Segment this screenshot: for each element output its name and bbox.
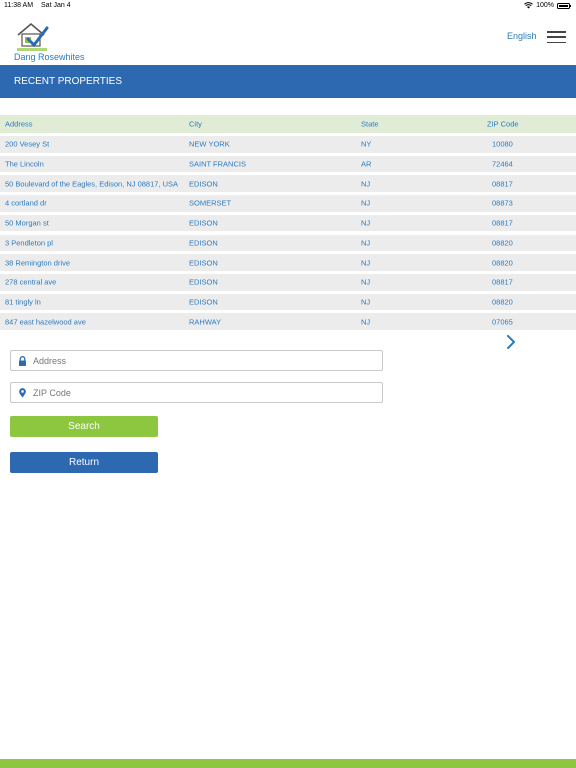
status-left: 11:38 AM Sat Jan 4 (4, 2, 77, 9)
column-header-address: Address (5, 119, 33, 129)
table-row[interactable]: 50 Morgan st EDISON NJ 08817 (0, 214, 576, 232)
cell-city: NEW YORK (189, 139, 230, 149)
cell-zip: 08820 (492, 297, 513, 307)
battery-percent: 100% (536, 2, 554, 9)
cell-state: NJ (361, 258, 371, 268)
footer-bar (0, 759, 576, 768)
cell-city: RAHWAY (189, 317, 222, 327)
cell-state: NY (361, 139, 372, 149)
cell-state: NJ (361, 238, 371, 248)
cell-zip: 08817 (492, 179, 513, 189)
table-row[interactable]: 278 central ave EDISON NJ 08817 (0, 273, 576, 291)
cell-city: EDISON (189, 238, 218, 248)
location-pin-icon (19, 388, 26, 398)
zip-field[interactable] (10, 382, 383, 403)
table-row[interactable]: 3 Pendleton pl EDISON NJ 08820 (0, 234, 576, 252)
cell-city: EDISON (189, 297, 218, 307)
search-button[interactable]: Search (10, 416, 158, 437)
status-right: 100% (524, 2, 571, 9)
wifi-icon (524, 2, 533, 9)
table-row[interactable]: 81 tingly ln EDISON NJ 08820 (0, 293, 576, 311)
cell-city: EDISON (189, 277, 218, 287)
language-selector[interactable]: English (507, 31, 537, 41)
cell-state: NJ (361, 277, 371, 287)
status-time: 11:38 AM (4, 2, 34, 9)
cell-state: NJ (361, 317, 371, 327)
cell-address: 3 Pendleton pl (5, 238, 53, 248)
table-row[interactable]: The Lincoln SAINT FRANCIS AR 72464 (0, 155, 576, 173)
cell-city: EDISON (189, 179, 218, 189)
cell-state: NJ (361, 218, 371, 228)
zip-input[interactable] (33, 385, 373, 400)
status-bar: 11:38 AM Sat Jan 4 100% (0, 0, 576, 13)
cell-zip: 07065 (492, 317, 513, 327)
cell-address: The Lincoln (5, 159, 44, 169)
column-header-state: State (361, 119, 379, 129)
address-field[interactable] (10, 350, 383, 371)
properties-table: Address City State ZIP Code 200 Vesey St… (0, 115, 576, 330)
table-row[interactable]: 38 Remington drive EDISON NJ 08820 (0, 254, 576, 271)
cell-zip: 72464 (492, 159, 513, 169)
cell-address: 50 Morgan st (5, 218, 49, 228)
cell-zip: 08817 (492, 277, 513, 287)
cell-address: 4 cortland dr (5, 198, 47, 208)
table-row[interactable]: 200 Vesey St NEW YORK NY 10080 (0, 136, 576, 153)
cell-zip: 08820 (492, 258, 513, 268)
cell-zip: 08873 (492, 198, 513, 208)
column-header-zip: ZIP Code (487, 119, 519, 129)
brand-name: Dang Rosewhites (14, 52, 85, 62)
cell-state: AR (361, 159, 372, 169)
table-header: Address City State ZIP Code (0, 115, 576, 133)
cell-address: 50 Boulevard of the Eagles, Edison, NJ 0… (5, 179, 179, 189)
cell-state: NJ (361, 297, 371, 307)
lock-icon (19, 356, 26, 366)
address-input[interactable] (33, 353, 373, 368)
battery-icon (557, 2, 571, 9)
cell-address: 278 central ave (5, 277, 57, 287)
cell-state: NJ (361, 179, 371, 189)
column-header-city: City (189, 119, 202, 129)
table-row[interactable]: 847 east hazelwood ave RAHWAY NJ 07065 (0, 313, 576, 330)
section-title: RECENT PROPERTIES (14, 76, 122, 87)
cell-zip: 08820 (492, 238, 513, 248)
status-date: Sat Jan 4 (41, 2, 71, 9)
company-logo (17, 22, 49, 51)
cell-address: 81 tingly ln (5, 297, 41, 307)
section-banner: RECENT PROPERTIES (0, 65, 576, 98)
cell-city: SAINT FRANCIS (189, 159, 246, 169)
cell-zip: 10080 (492, 139, 513, 149)
table-row[interactable]: 50 Boulevard of the Eagles, Edison, NJ 0… (0, 175, 576, 193)
cell-city: EDISON (189, 258, 218, 268)
chevron-right-icon[interactable] (506, 335, 516, 349)
cell-address: 847 east hazelwood ave (5, 317, 86, 327)
cell-zip: 08817 (492, 218, 513, 228)
cell-state: NJ (361, 198, 371, 208)
cell-city: SOMERSET (189, 198, 232, 208)
cell-address: 38 Remington drive (5, 258, 71, 268)
cell-city: EDISON (189, 218, 218, 228)
return-button[interactable]: Return (10, 452, 158, 473)
hamburger-menu-icon[interactable] (547, 31, 566, 43)
table-row[interactable]: 4 cortland dr SOMERSET NJ 08873 (0, 195, 576, 212)
cell-address: 200 Vesey St (5, 139, 50, 149)
